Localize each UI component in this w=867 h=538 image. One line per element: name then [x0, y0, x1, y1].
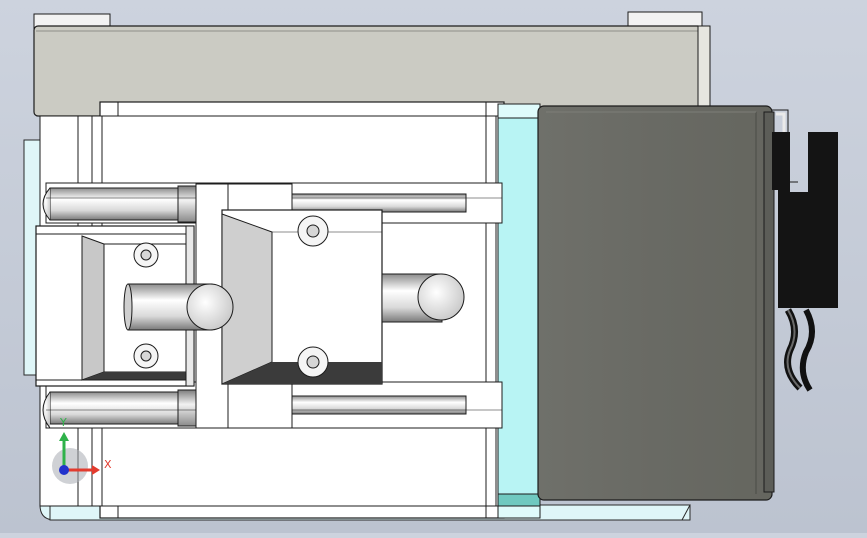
drive-shaft-left [123, 283, 234, 331]
triad-sphere [52, 448, 88, 484]
cad-viewport[interactable]: X Y [0, 0, 867, 533]
connector [772, 132, 838, 392]
z-axis-dot [59, 465, 69, 475]
coupler [497, 103, 541, 519]
x-axis-label: X [104, 458, 112, 471]
drive-shaft-right [381, 273, 465, 323]
top-housing [33, 11, 711, 117]
y-axis-label: Y [59, 416, 67, 429]
cad-model-drawing: X Y [23, 11, 838, 521]
motor [537, 105, 775, 501]
